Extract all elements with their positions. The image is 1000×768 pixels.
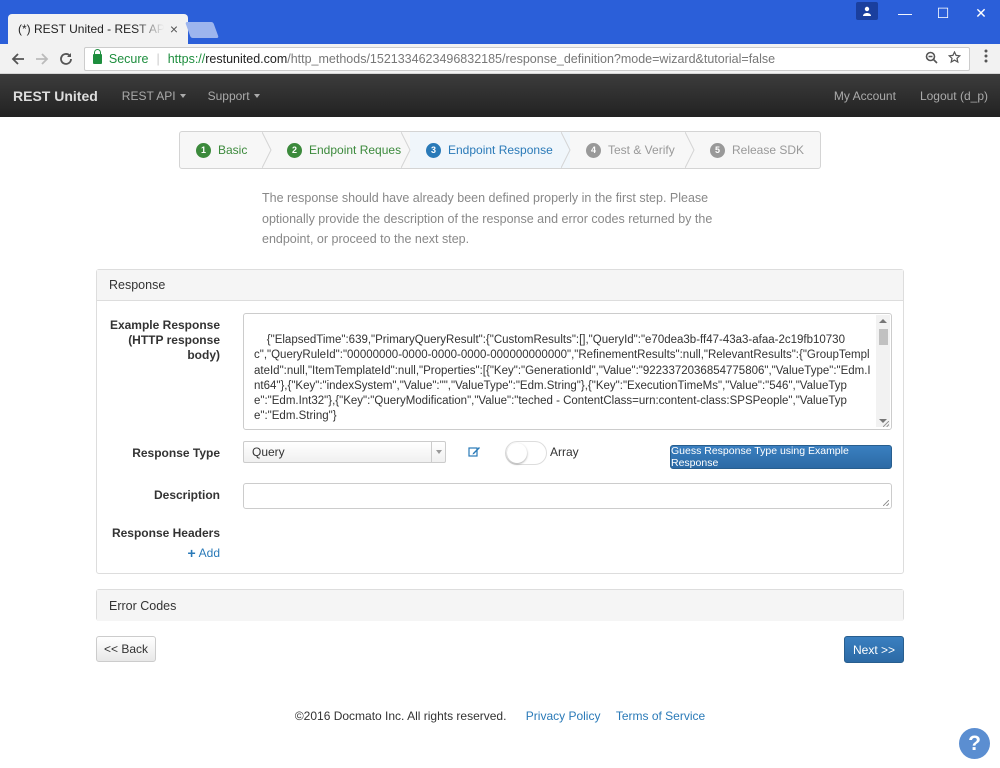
step-number: 5 xyxy=(710,142,725,158)
copyright-text: ©2016 Docmato Inc. All rights reserved. xyxy=(294,709,507,723)
next-button[interactable]: Next >> xyxy=(844,636,904,663)
chevron-down-icon xyxy=(431,442,445,462)
help-icon[interactable]: ? xyxy=(959,728,990,759)
step-chevron-icon xyxy=(685,132,695,168)
wizard-steps: 1 Basic 2 Endpoint Request 3 Endpoint Re… xyxy=(179,131,821,169)
nav-logout[interactable]: Logout (d_p) xyxy=(920,89,988,103)
step-chevron-icon xyxy=(561,132,571,168)
step-endpoint-request[interactable]: 2 Endpoint Request xyxy=(271,132,411,168)
example-response-label: Example Response (HTTP response body) xyxy=(109,318,220,362)
response-type-select[interactable]: Query xyxy=(243,441,446,463)
url-domain: restunited.com xyxy=(205,51,288,66)
step-label: Release SDK xyxy=(732,143,805,157)
resize-grip-icon[interactable] xyxy=(883,500,889,506)
lock-icon xyxy=(92,48,102,64)
add-header-link[interactable]: + Add xyxy=(187,545,220,561)
zoom-icon[interactable] xyxy=(925,51,938,67)
error-codes-panel[interactable]: Error Codes xyxy=(96,589,904,621)
nav-my-account[interactable]: My Account xyxy=(834,89,896,103)
menu-icon[interactable] xyxy=(978,49,994,68)
response-panel: Response Example Response (HTTP response… xyxy=(96,269,904,574)
star-icon[interactable] xyxy=(947,50,962,67)
close-window-button[interactable]: ✕ xyxy=(962,0,1000,26)
nav-support[interactable]: Support xyxy=(208,89,260,103)
response-type-value: Query xyxy=(252,445,285,459)
minimize-button[interactable]: — xyxy=(886,0,924,26)
edit-icon[interactable] xyxy=(468,445,481,458)
textarea-scrollbar[interactable] xyxy=(876,315,890,427)
nav-rest-api-label: REST API xyxy=(121,88,176,103)
resize-grip-icon[interactable] xyxy=(883,421,889,427)
scroll-thumb[interactable] xyxy=(879,329,888,345)
add-label: Add xyxy=(198,546,220,560)
secure-label: Secure xyxy=(108,51,149,66)
app-navbar: REST United REST API Support My Account … xyxy=(0,74,1000,117)
step-endpoint-response[interactable]: 3 Endpoint Response xyxy=(410,132,571,168)
step-label: Endpoint Response xyxy=(448,143,553,157)
url-separator: | xyxy=(156,51,160,66)
new-tab-button[interactable] xyxy=(185,22,219,38)
description-label: Description xyxy=(153,488,220,502)
browser-tab[interactable]: (*) REST United - REST API n × xyxy=(8,14,188,44)
step-test-verify[interactable]: 4 Test & Verify xyxy=(570,132,695,168)
url-scheme: https:// xyxy=(167,51,206,66)
nav-rest-api[interactable]: REST API xyxy=(122,89,186,103)
step-chevron-icon xyxy=(401,132,411,168)
footer: ©2016 Docmato Inc. All rights reserved. … xyxy=(0,709,1000,723)
response-type-label: Response Type xyxy=(132,446,220,460)
nav-support-label: Support xyxy=(207,88,250,103)
toggle-knob xyxy=(507,443,527,463)
scroll-up-icon[interactable] xyxy=(879,319,887,323)
step-number: 2 xyxy=(287,142,302,158)
step-label: Basic xyxy=(218,143,248,157)
forward-icon[interactable] xyxy=(30,47,54,71)
tab-close-icon[interactable]: × xyxy=(170,21,178,37)
step-label: Endpoint Request xyxy=(309,143,405,157)
terms-of-service-link[interactable]: Terms of Service xyxy=(616,709,705,723)
step-basic[interactable]: 1 Basic xyxy=(180,132,272,168)
description-field[interactable] xyxy=(243,483,892,509)
chevron-down-icon xyxy=(253,94,260,99)
browser-titlebar: (*) REST United - REST API n × — ☐ ✕ xyxy=(0,0,1000,44)
step-release-sdk[interactable]: 5 Release SDK xyxy=(694,132,820,168)
error-codes-heading: Error Codes xyxy=(97,590,903,621)
back-button[interactable]: << Back xyxy=(96,636,156,662)
user-profile-icon[interactable] xyxy=(856,2,878,20)
step-number: 1 xyxy=(196,142,211,158)
array-toggle[interactable] xyxy=(505,441,547,465)
url-path: /http_methods/1521334623496832185/respon… xyxy=(287,51,776,66)
privacy-policy-link[interactable]: Privacy Policy xyxy=(526,709,601,723)
tab-title: (*) REST United - REST API n xyxy=(18,22,164,36)
array-label: Array xyxy=(550,445,579,459)
step-chevron-icon xyxy=(262,132,272,168)
maximize-button[interactable]: ☐ xyxy=(924,0,962,26)
example-response-value: {"ElapsedTime":639,"PrimaryQueryResult":… xyxy=(254,334,871,423)
browser-toolbar: Secure | https://restunited.com/http_met… xyxy=(0,44,1000,74)
step-number: 4 xyxy=(586,142,601,158)
guess-response-type-button[interactable]: Guess Response Type using Example Respon… xyxy=(670,445,892,469)
example-response-textarea[interactable]: {"ElapsedTime":639,"PrimaryQueryResult":… xyxy=(243,313,892,430)
step-number: 3 xyxy=(426,142,441,158)
brand-logo[interactable]: REST United xyxy=(13,88,98,104)
back-icon[interactable] xyxy=(6,47,30,71)
response-panel-heading: Response xyxy=(97,270,903,301)
address-bar[interactable]: Secure | https://restunited.com/http_met… xyxy=(83,46,971,71)
intro-text: The response should have already been de… xyxy=(262,191,713,246)
plus-icon: + xyxy=(187,545,196,561)
step-label: Test & Verify xyxy=(608,143,675,157)
reload-icon[interactable] xyxy=(54,47,78,71)
window-controls: — ☐ ✕ xyxy=(856,0,1000,28)
response-headers-label: Response Headers xyxy=(111,526,220,540)
chevron-down-icon xyxy=(179,94,186,99)
